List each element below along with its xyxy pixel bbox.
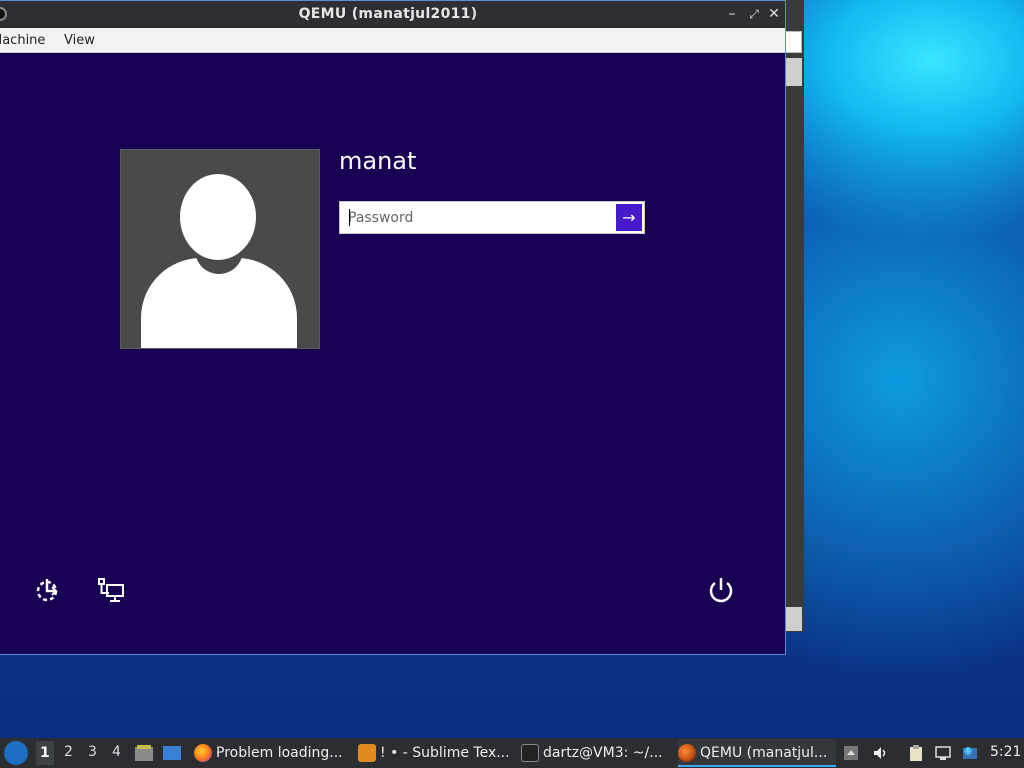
- firefox-icon: [194, 744, 212, 762]
- workspace-3[interactable]: 3: [88, 744, 97, 760]
- qemu-window[interactable]: QEMU (manatjul2011) – ⤢ ✕ Machine View m…: [0, 0, 786, 655]
- minimize-icon[interactable]: –: [723, 5, 741, 23]
- task-terminal[interactable]: dartz@VM3: ~/...: [521, 739, 667, 767]
- password-box: →: [339, 201, 645, 234]
- background-window[interactable]: [783, 0, 804, 632]
- taskbar-clock[interactable]: 5:21: [990, 744, 1021, 760]
- task-sublime[interactable]: ! • - Sublime Tex...: [358, 739, 508, 767]
- power-icon[interactable]: [706, 575, 736, 605]
- maximize-icon[interactable]: ⤢: [745, 5, 763, 23]
- task-label: QEMU (manatjul...: [700, 745, 828, 761]
- workspace-4[interactable]: 4: [112, 744, 121, 760]
- svg-text:!: !: [967, 748, 970, 756]
- submit-arrow-button[interactable]: →: [615, 203, 643, 232]
- file-manager-icon[interactable]: [134, 743, 154, 763]
- window-titlebar[interactable]: QEMU (manatjul2011) – ⤢ ✕: [0, 1, 785, 28]
- username-label: manat: [339, 147, 417, 175]
- menu-machine[interactable]: Machine: [0, 33, 45, 48]
- guest-screen[interactable]: manat →: [0, 53, 785, 654]
- clipboard-icon[interactable]: [908, 745, 924, 761]
- qemu-icon: [678, 744, 696, 762]
- display-icon[interactable]: [935, 745, 951, 761]
- menubar: Machine View: [0, 28, 785, 53]
- task-label: Problem loading...: [216, 745, 343, 761]
- task-label: dartz@VM3: ~/...: [543, 745, 663, 761]
- task-label: ! • - Sublime Tex...: [380, 745, 508, 761]
- ease-of-access-icon[interactable]: [33, 575, 63, 605]
- sublime-icon: [358, 744, 376, 762]
- workspace-1[interactable]: 1: [36, 741, 54, 765]
- taskbar: 1 2 3 4 Problem loading... ! • - Sublime…: [0, 738, 1024, 768]
- close-icon[interactable]: ✕: [765, 5, 783, 23]
- text-caret: [349, 209, 350, 226]
- start-menu-icon[interactable]: [4, 741, 28, 765]
- password-input[interactable]: [340, 202, 614, 233]
- task-qemu[interactable]: QEMU (manatjul...: [678, 739, 836, 767]
- workspace-2[interactable]: 2: [64, 744, 73, 760]
- menu-view[interactable]: View: [64, 33, 95, 48]
- task-firefox[interactable]: Problem loading...: [194, 739, 346, 767]
- volume-icon[interactable]: [872, 745, 888, 761]
- avatar-head: [180, 174, 256, 260]
- scroll-up-icon[interactable]: [843, 745, 859, 761]
- show-desktop-icon[interactable]: [162, 743, 182, 763]
- network-icon[interactable]: [97, 575, 127, 605]
- window-title: QEMU (manatjul2011): [298, 6, 478, 22]
- user-avatar: [120, 149, 320, 349]
- terminal-icon: [521, 744, 539, 762]
- notification-icon[interactable]: !: [962, 745, 978, 761]
